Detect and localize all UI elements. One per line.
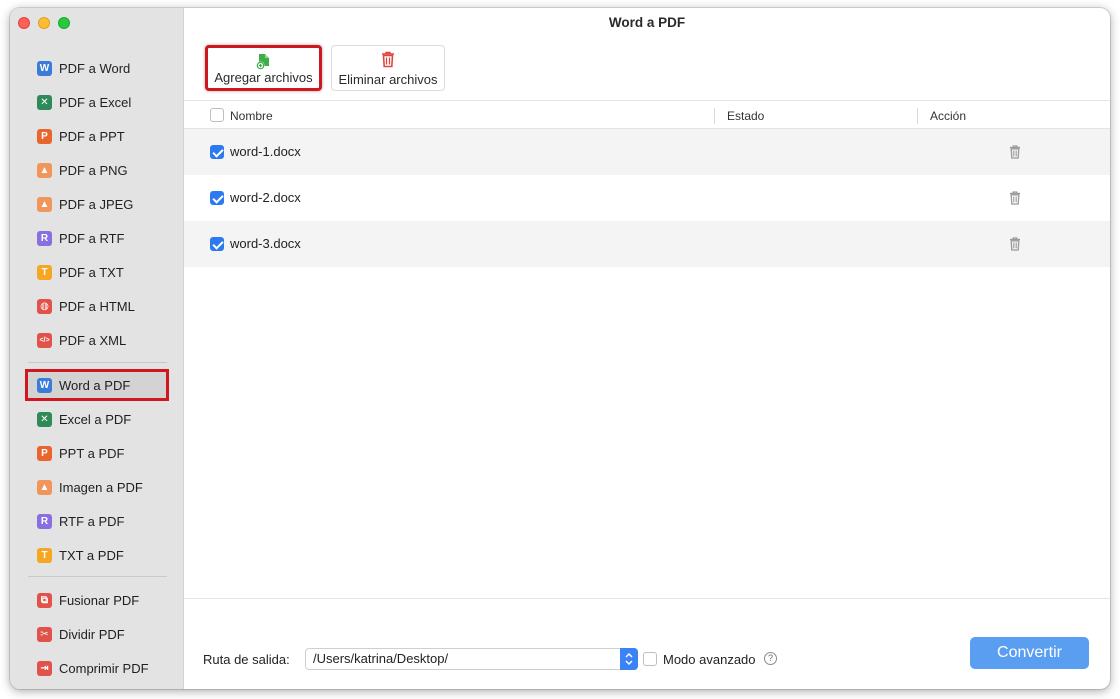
sidebar-item-label: PDF a JPEG [59,196,134,212]
help-icon[interactable]: ? [764,652,777,665]
footer-divider [184,598,1110,599]
sidebar-item-pdf-a-xml[interactable]: </> PDF a XML [28,327,166,353]
add-file-icon [256,54,269,70]
ppt-icon: P [37,445,52,461]
sidebar-item-label: Word a PDF [59,377,131,393]
txt-icon: T [37,547,52,563]
delete-row-trash-icon[interactable] [1009,145,1021,159]
compress-icon: ⇥ [37,660,52,676]
row-checkbox[interactable] [210,145,224,159]
word-icon: W [37,60,52,76]
sidebar-item-excel-a-pdf[interactable]: ✕ Excel a PDF [28,406,166,432]
advanced-mode-checkbox[interactable] [643,652,657,666]
globe-icon: ◍ [37,298,52,314]
sidebar-item-label: PDF a TXT [59,264,124,280]
sidebar-item-label: PDF a RTF [59,230,125,246]
sidebar-item-label: PDF a HTML [59,298,135,314]
file-name: word-3.docx [230,236,301,251]
sidebar-divider [28,362,167,363]
txt-icon: T [37,264,52,280]
sidebar-item-word-a-pdf[interactable]: W Word a PDF [25,369,169,401]
column-divider [714,108,715,124]
sidebar-item-label: Comprimir PDF [59,660,149,676]
path-dropdown-toggle[interactable] [620,648,638,670]
sidebar-item-label: RTF a PDF [59,513,125,529]
sidebar-item-label: TXT a PDF [59,547,124,563]
sidebar-item-txt-a-pdf[interactable]: T TXT a PDF [28,542,166,568]
table-row[interactable]: word-2.docx [184,175,1110,221]
remove-files-label: Eliminar archivos [338,72,438,87]
close-window-button[interactable] [18,17,30,29]
sidebar-item-pdf-a-jpeg[interactable]: ▲ PDF a JPEG [28,191,166,217]
excel-icon: ✕ [37,94,52,110]
output-path-label: Ruta de salida: [203,652,290,667]
sidebar-item-label: Fusionar PDF [59,592,140,608]
app-window: W PDF a Word ✕ PDF a Excel P PDF a PPT ▲ PDF a … [10,8,1110,689]
convert-button[interactable]: Convertir [970,637,1089,669]
delete-row-trash-icon[interactable] [1009,191,1021,205]
output-path-value: /Users/katrina/Desktop/ [313,651,449,666]
rtf-icon: R [37,513,52,529]
add-files-button[interactable]: Agregar archivos [205,45,322,91]
scissors-icon: ✂ [37,626,52,642]
image-icon: ▲ [37,479,52,495]
ppt-icon: P [37,128,52,144]
sidebar-item-pdf-a-ppt[interactable]: P PDF a PPT [28,123,166,149]
sidebar-item-comprimir-pdf[interactable]: ⇥ Comprimir PDF [28,655,166,681]
file-name: word-1.docx [230,144,301,159]
rtf-icon: R [37,230,52,246]
image-icon: ▲ [37,162,52,178]
sidebar-item-pdf-a-excel[interactable]: ✕ PDF a Excel [28,89,166,115]
trash-icon [382,51,394,68]
sidebar-item-label: PDF a PPT [59,128,125,144]
table-row[interactable]: word-3.docx [184,221,1110,267]
sidebar-item-label: Dividir PDF [59,626,125,642]
sidebar-item-fusionar-pdf[interactable]: ⧉ Fusionar PDF [28,587,166,613]
merge-icon: ⧉ [37,592,52,608]
output-path-select[interactable]: /Users/katrina/Desktop/ [305,648,638,670]
window-controls [18,17,70,29]
zoom-window-button[interactable] [58,17,70,29]
advanced-mode-label: Modo avanzado [663,652,756,667]
sidebar-item-label: PPT a PDF [59,445,125,461]
sidebar-item-pdf-a-rtf[interactable]: R PDF a RTF [28,225,166,251]
code-icon: </> [37,332,52,348]
image-icon: ▲ [37,196,52,212]
sidebar-item-pdf-a-word[interactable]: W PDF a Word [28,55,166,81]
select-all-checkbox[interactable] [210,108,224,122]
add-files-label: Agregar archivos [214,70,313,85]
sidebar-item-label: Imagen a PDF [59,479,143,495]
sidebar-item-label: PDF a Word [59,60,131,76]
delete-row-trash-icon[interactable] [1009,237,1021,251]
sidebar-item-dividir-pdf[interactable]: ✂ Dividir PDF [28,621,166,647]
sidebar-item-label: PDF a XML [59,332,127,348]
window-title: Word a PDF [608,15,686,30]
row-checkbox[interactable] [210,237,224,251]
sidebar-item-label: Excel a PDF [59,411,132,427]
up-down-chevron-icon [625,652,633,666]
sidebar-item-pdf-a-txt[interactable]: T PDF a TXT [28,259,166,285]
file-name: word-2.docx [230,190,301,205]
sidebar-item-label: PDF a PNG [59,162,128,178]
column-header-name: Nombre [230,109,273,123]
file-table-header: Nombre Estado Acción [184,100,1110,129]
remove-files-button[interactable]: Eliminar archivos [331,45,445,91]
sidebar-item-rtf-a-pdf[interactable]: R RTF a PDF [28,508,166,534]
excel-icon: ✕ [37,411,52,427]
sidebar-item-pdf-a-png[interactable]: ▲ PDF a PNG [28,157,166,183]
sidebar-item-imagen-a-pdf[interactable]: ▲ Imagen a PDF [28,474,166,500]
sidebar-item-pdf-a-html[interactable]: ◍ PDF a HTML [28,293,166,319]
column-divider [917,108,918,124]
sidebar-divider [28,576,167,577]
sidebar: W PDF a Word ✕ PDF a Excel P PDF a PPT ▲ PDF a … [10,8,184,689]
word-icon: W [37,377,52,393]
sidebar-item-ppt-a-pdf[interactable]: P PPT a PDF [28,440,166,466]
sidebar-item-label: PDF a Excel [59,94,132,110]
column-header-action: Acción [930,109,967,123]
row-checkbox[interactable] [210,191,224,205]
table-row[interactable]: word-1.docx [184,129,1110,175]
column-header-status: Estado [727,109,765,123]
minimize-window-button[interactable] [38,17,50,29]
